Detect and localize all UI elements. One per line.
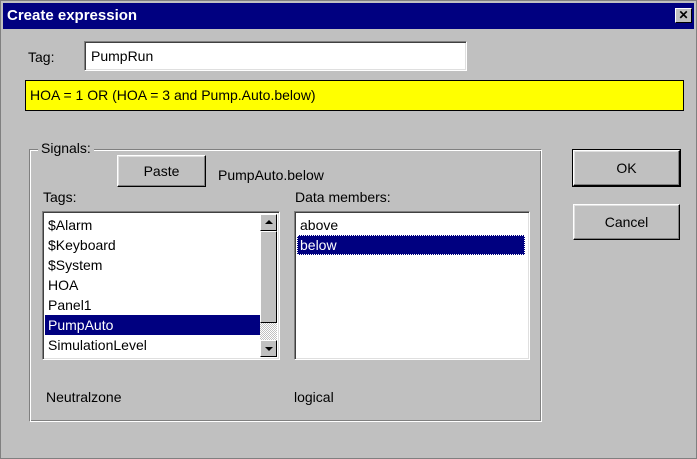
tag-item[interactable]: $Keyboard xyxy=(45,235,260,255)
member-type: logical xyxy=(294,389,334,405)
dialog-title: Create expression xyxy=(7,7,138,24)
tags-label: Tags: xyxy=(43,189,77,205)
tag-description: Neutralzone xyxy=(46,389,122,405)
scroll-up-button[interactable] xyxy=(260,214,277,231)
tags-listbox[interactable]: $Alarm $Keyboard $System HOA Panel1 Pump… xyxy=(42,211,280,360)
arrow-down-icon xyxy=(265,347,273,351)
tag-item[interactable]: $Alarm xyxy=(45,215,260,235)
arrow-up-icon xyxy=(265,220,273,224)
scroll-track[interactable] xyxy=(260,323,277,340)
member-item[interactable]: above xyxy=(297,215,525,235)
members-list-items: above below xyxy=(297,215,525,255)
tag-item[interactable]: SimulationLevel xyxy=(45,335,260,355)
tag-item[interactable]: $System xyxy=(45,255,260,275)
member-item-selected[interactable]: below xyxy=(297,235,525,255)
paste-button[interactable]: Paste xyxy=(117,155,206,187)
tag-item[interactable]: HOA xyxy=(45,275,260,295)
cancel-button[interactable]: Cancel xyxy=(573,204,680,240)
scroll-thumb[interactable] xyxy=(260,231,277,323)
data-members-listbox[interactable]: above below xyxy=(294,211,530,360)
tags-list-items: $Alarm $Keyboard $System HOA Panel1 Pump… xyxy=(45,215,260,355)
title-bar[interactable]: Create expression ✕ xyxy=(3,3,694,29)
scroll-down-button[interactable] xyxy=(260,340,277,357)
data-members-label: Data members: xyxy=(295,189,391,205)
paste-preview: PumpAuto.below xyxy=(218,167,324,183)
ok-button[interactable]: OK xyxy=(572,149,681,187)
close-icon: ✕ xyxy=(678,8,689,22)
signals-legend: Signals: xyxy=(38,139,94,157)
tags-scrollbar[interactable] xyxy=(260,214,277,357)
tag-item[interactable]: Panel1 xyxy=(45,295,260,315)
tag-name-input[interactable]: PumpRun xyxy=(84,41,467,71)
tag-item-selected[interactable]: PumpAuto xyxy=(45,315,260,335)
expression-input[interactable]: HOA = 1 OR (HOA = 3 and Pump.Auto.below) xyxy=(25,80,684,111)
tag-label: Tag: xyxy=(28,49,55,65)
close-button[interactable]: ✕ xyxy=(675,8,692,23)
create-expression-dialog: Create expression ✕ Tag: PumpRun HOA = 1… xyxy=(0,0,697,459)
